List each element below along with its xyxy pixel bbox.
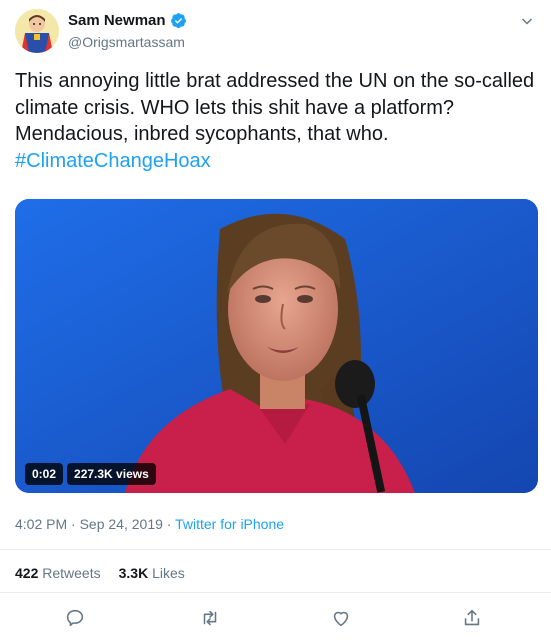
verified-badge-icon [170,12,187,29]
display-name[interactable]: Sam Newman [68,12,166,29]
retweets-stat[interactable]: 422 Retweets [15,565,101,581]
meta-separator: · [166,516,172,532]
likes-count: 3.3K [118,565,149,581]
divider [0,549,551,550]
video-views: 227.3K views [67,463,156,485]
share-icon[interactable] [461,607,483,629]
tweet-timestamp-line: 4:02 PM · Sep 24, 2019 · Twitter for iPh… [15,516,284,532]
author-name-row: Sam Newman [68,12,187,29]
heart-icon[interactable] [330,607,352,629]
video-duration: 0:02 [25,463,64,485]
tweet-source-link[interactable]: Twitter for iPhone [175,516,284,532]
tweet-stats: 422 Retweets 3.3K Likes [15,565,185,581]
retweets-count: 422 [15,565,39,581]
tweet-body: This annoying little brat addressed the … [15,70,535,145]
chevron-down-icon[interactable] [521,14,533,26]
author-handle[interactable]: @Origsmartassam [68,34,185,50]
video-player[interactable]: 0:02 227.3K views [15,199,538,493]
avatar[interactable] [15,9,59,53]
retweets-label: Retweets [42,565,101,581]
tweet-date[interactable]: Sep 24, 2019 [80,516,163,532]
reply-icon[interactable] [64,607,86,629]
retweet-icon[interactable] [199,607,221,629]
avatar-image [15,9,59,53]
tweet-text: This annoying little brat addressed the … [15,68,540,174]
video-frame [15,199,538,493]
video-meta: 0:02 227.3K views [25,463,156,485]
likes-stat[interactable]: 3.3K Likes [119,565,185,581]
meta-separator: · [71,516,76,532]
hashtag-link[interactable]: #ClimateChangeHoax [15,148,540,175]
likes-label: Likes [152,565,185,581]
tweet-time[interactable]: 4:02 PM [15,516,67,532]
tweet-card: Sam Newman @Origsmartassam This annoying… [0,0,551,640]
divider [0,592,551,593]
